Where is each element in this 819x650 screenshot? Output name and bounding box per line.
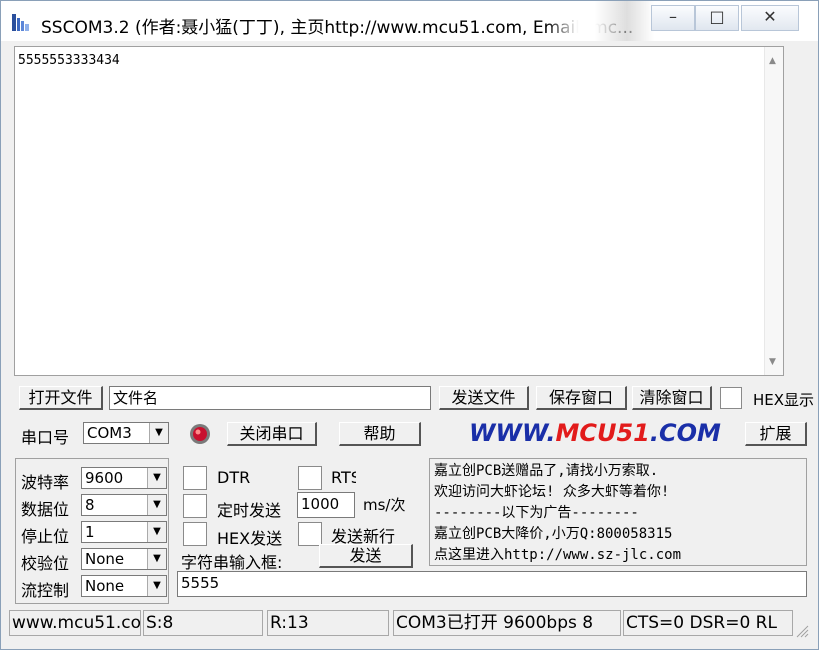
mcu51-logo[interactable]: WWW.MCU51.COM xyxy=(469,419,721,447)
parity-select[interactable]: None ▼ xyxy=(81,548,167,570)
flow-value: None xyxy=(85,577,125,595)
ad-panel[interactable]: 嘉立创PCB送赠品了,请找小万索取. 欢迎访问大虾论坛! 众多大虾等着你! --… xyxy=(429,458,807,566)
status-sent: S:8 xyxy=(143,610,263,636)
input-box-label: 字符串输入框: xyxy=(181,553,283,572)
app-window: SSCOM3.2 (作者:聂小猛(丁丁), 主页http://www.mcu51… xyxy=(0,0,819,650)
hex-send-label: HEX发送 xyxy=(217,529,283,548)
save-window-button[interactable]: 保存窗口 xyxy=(536,386,627,410)
stopbits-label: 停止位 xyxy=(21,527,70,546)
maximize-button[interactable]: □ xyxy=(695,5,739,31)
flow-select[interactable]: None ▼ xyxy=(81,575,167,597)
status-site: www.mcu51.com xyxy=(9,610,141,636)
send-input[interactable]: 5555 xyxy=(177,571,807,597)
databits-value: 8 xyxy=(85,496,95,514)
interval-input[interactable]: 1000 xyxy=(297,492,355,518)
status-port: COM3已打开 9600bps 8 xyxy=(393,610,621,636)
logo-mcu: MCU51 xyxy=(555,419,650,447)
status-bar: www.mcu51.com S:8 R:13 COM3已打开 9600bps 8… xyxy=(9,606,809,638)
stopbits-value: 1 xyxy=(85,523,95,541)
dropdown-arrow-icon[interactable]: ▼ xyxy=(147,522,166,542)
baud-label: 波特率 xyxy=(21,473,70,492)
clear-window-button[interactable]: 清除窗口 xyxy=(632,386,712,410)
receive-textarea[interactable]: 5555553333434 ▲ ▼ xyxy=(14,46,784,376)
dropdown-arrow-icon[interactable]: ▼ xyxy=(147,468,166,488)
ad-line-3: --------以下为广告-------- xyxy=(434,505,639,521)
interval-unit-label: ms/次 xyxy=(363,496,406,514)
baud-select[interactable]: 9600 ▼ xyxy=(81,467,167,489)
dropdown-arrow-icon[interactable]: ▼ xyxy=(147,549,166,569)
close-button[interactable]: ✕ xyxy=(741,5,799,31)
dropdown-arrow-icon[interactable]: ▼ xyxy=(147,576,166,596)
hex-send-checkbox[interactable] xyxy=(183,522,207,546)
status-received: R:13 xyxy=(267,610,389,636)
minimize-button[interactable]: – xyxy=(651,5,695,31)
dropdown-arrow-icon[interactable]: ▼ xyxy=(147,495,166,515)
ad-line-2: 欢迎访问大虾论坛! 众多大虾等着你! xyxy=(434,484,670,500)
help-button[interactable]: 帮助 xyxy=(339,422,421,446)
hex-display-label: HEX显示 xyxy=(753,391,815,409)
window-title: SSCOM3.2 (作者:聂小猛(丁丁), 主页http://www.mcu51… xyxy=(41,18,634,38)
receive-scrollbar[interactable]: ▲ ▼ xyxy=(764,47,783,375)
rts-checkbox[interactable] xyxy=(298,466,322,490)
send-button[interactable]: 发送 xyxy=(319,544,413,568)
app-icon xyxy=(12,14,29,31)
logo-com: .COM xyxy=(649,419,721,447)
open-file-button[interactable]: 打开文件 xyxy=(19,386,103,410)
send-file-button[interactable]: 发送文件 xyxy=(439,386,529,410)
dropdown-arrow-icon[interactable]: ▼ xyxy=(149,423,168,443)
status-signals: CTS=0 DSR=0 RL xyxy=(623,610,793,636)
dtr-checkbox[interactable] xyxy=(183,466,207,490)
main-panel: 5555553333434 ▲ ▼ 打开文件 文件名 发送文件 保存窗口 清除窗… xyxy=(9,41,814,641)
port-label: 串口号 xyxy=(21,428,70,447)
port-select[interactable]: COM3 ▼ xyxy=(83,422,169,444)
databits-select[interactable]: 8 ▼ xyxy=(81,494,167,516)
ad-line-4: 嘉立创PCB大降价,小万Q:800058315 xyxy=(434,526,673,542)
ad-line-5: 点这里进入http://www.sz-jlc.com xyxy=(434,547,682,563)
baud-value: 9600 xyxy=(85,469,124,487)
databits-label: 数据位 xyxy=(21,500,70,519)
parity-label: 校验位 xyxy=(21,554,70,573)
timed-send-label: 定时发送 xyxy=(217,501,282,520)
filename-input[interactable]: 文件名 xyxy=(109,386,431,410)
scroll-down-icon[interactable]: ▼ xyxy=(769,357,776,367)
send-newline-checkbox[interactable] xyxy=(298,522,322,546)
flow-label: 流控制 xyxy=(21,581,70,600)
title-bar[interactable]: SSCOM3.2 (作者:聂小猛(丁丁), 主页http://www.mcu51… xyxy=(1,1,818,41)
timed-send-checkbox[interactable] xyxy=(183,494,207,518)
port-value: COM3 xyxy=(87,424,132,442)
parity-value: None xyxy=(85,550,125,568)
scroll-up-icon[interactable]: ▲ xyxy=(769,56,776,66)
hex-display-checkbox[interactable] xyxy=(720,387,742,409)
resize-grip-icon[interactable] xyxy=(793,622,809,638)
expand-button[interactable]: 扩展 xyxy=(745,422,807,446)
stopbits-select[interactable]: 1 ▼ xyxy=(81,521,167,543)
logo-www: WWW. xyxy=(469,419,556,447)
close-port-button[interactable]: 关闭串口 xyxy=(227,422,317,446)
ad-line-1: 嘉立创PCB送赠品了,请找小万索取. xyxy=(434,463,659,479)
rts-label: RTS xyxy=(331,468,356,487)
dtr-label: DTR xyxy=(217,468,251,487)
port-status-led-icon xyxy=(190,424,210,444)
receive-text: 5555553333434 xyxy=(18,53,120,68)
